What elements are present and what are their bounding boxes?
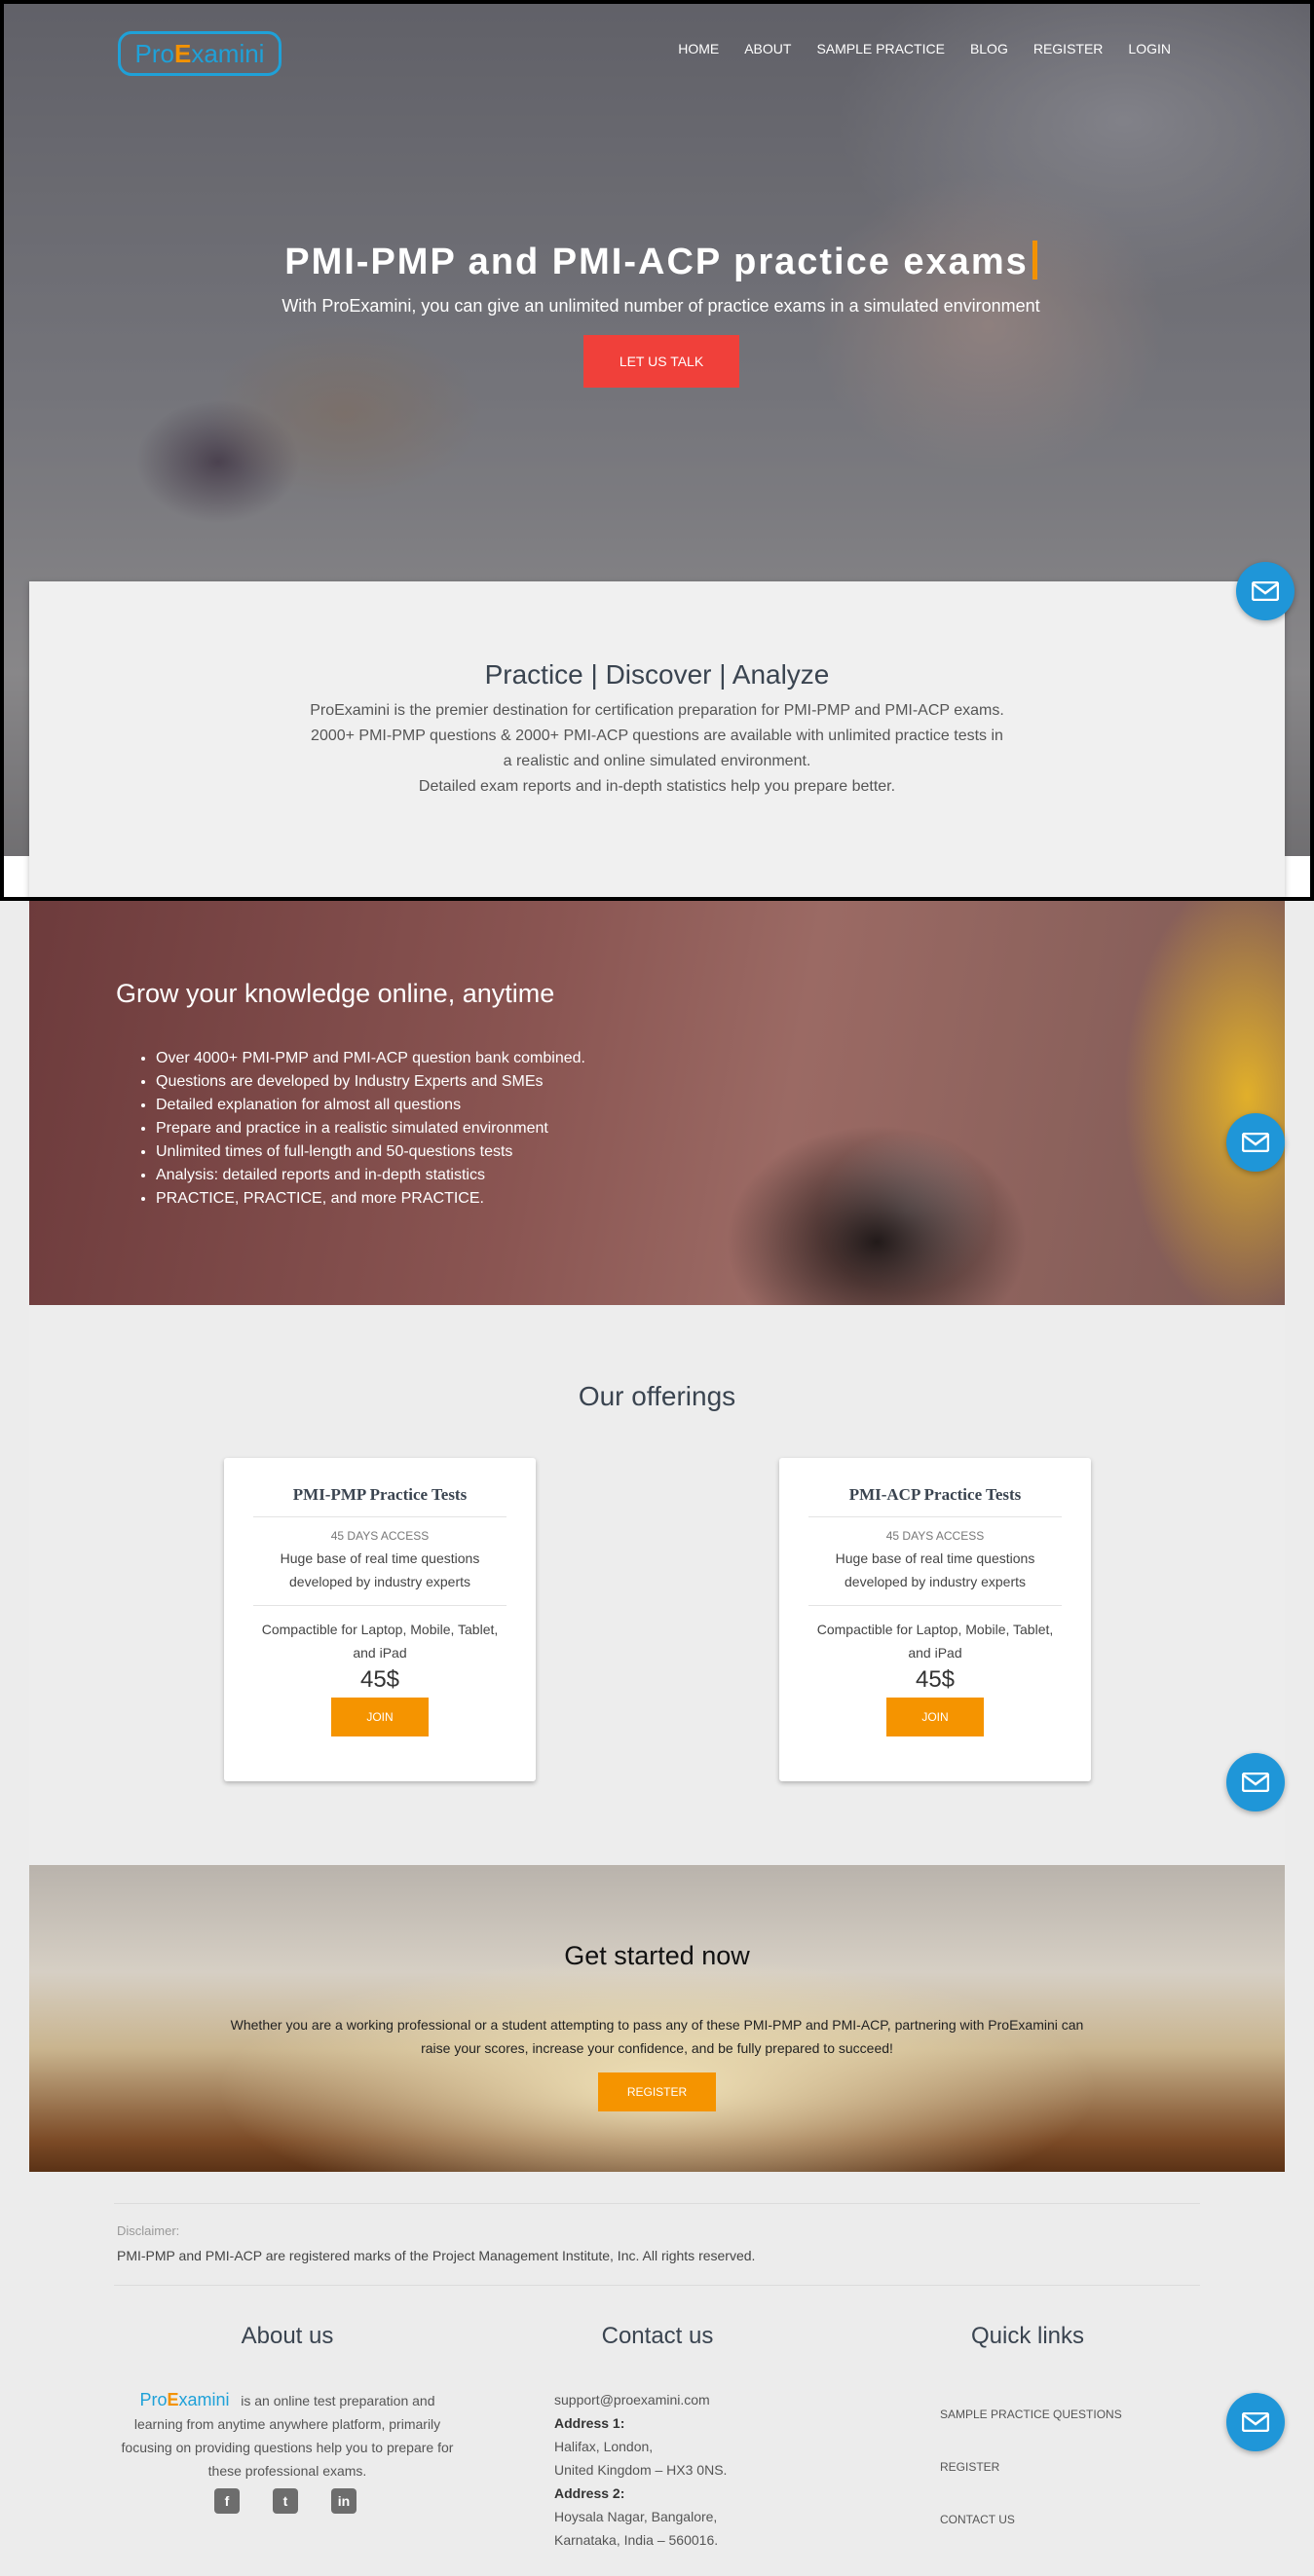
nav-sample-practice[interactable]: SAMPLE PRACTICE <box>804 41 957 56</box>
contact-email[interactable]: support@proexamini.com <box>554 2388 727 2411</box>
mini-logo-cap: E <box>167 2390 179 2409</box>
twitter-icon[interactable]: t <box>273 2488 298 2514</box>
get-started-title: Get started now <box>564 1941 750 1970</box>
hero-title-text: PMI-PMP and PMI-ACP practice exams <box>284 242 1029 282</box>
divider <box>808 1605 1062 1606</box>
offer-card-acp: PMI-ACP Practice Tests 45 DAYS ACCESS Hu… <box>779 1458 1091 1781</box>
linkedin-icon[interactable]: in <box>331 2488 357 2514</box>
list-item: Questions are developed by Industry Expe… <box>156 1070 585 1094</box>
offer-desc-2: Compactible for Laptop, Mobile, Tablet, … <box>816 1622 1054 1661</box>
quick-links-title: Quick links <box>970 2323 1085 2349</box>
knowledge-title: Grow your knowledge online, anytime <box>116 979 555 1008</box>
list-item: Unlimited times of full-length and 50-qu… <box>156 1140 585 1164</box>
intro-line-2: 2000+ PMI-PMP questions & 2000+ PMI-ACP … <box>311 728 1003 769</box>
mail-icon <box>1242 2412 1269 2432</box>
intro-line-3: Detailed exam reports and in-depth stati… <box>418 778 896 795</box>
mail-button[interactable] <box>1226 1113 1285 1172</box>
address1-label: Address 1: <box>554 2415 625 2431</box>
offer-price: 45$ <box>915 1666 956 1693</box>
nav-home[interactable]: HOME <box>665 41 732 56</box>
mail-button[interactable] <box>1226 2393 1285 2451</box>
join-button[interactable]: JOIN <box>331 1698 429 1736</box>
logo-text-cap: E <box>173 38 192 68</box>
join-button[interactable]: JOIN <box>886 1698 984 1736</box>
nav-blog[interactable]: BLOG <box>957 41 1021 56</box>
offerings-title: Our offerings <box>578 1381 736 1411</box>
address2-label: Address 2: <box>554 2485 625 2501</box>
quick-link-contact[interactable]: CONTACT US <box>940 2513 1015 2526</box>
page-root: Pro Examini HOME ABOUT SAMPLE PRACTICE BL… <box>0 0 1314 2576</box>
about-text: ProExamini is an online test preparation… <box>114 2388 461 2483</box>
divider <box>114 2285 1200 2286</box>
address1-line2: United Kingdom – HX3 0NS. <box>554 2462 728 2478</box>
nav-register[interactable]: REGISTER <box>1021 41 1116 56</box>
intro-title: Practice | Discover | Analyze <box>484 659 830 690</box>
list-item: Over 4000+ PMI-PMP and PMI-ACP question … <box>156 1047 585 1070</box>
offer-access: 45 DAYS ACCESS <box>885 1529 985 1543</box>
divider <box>114 2203 1200 2204</box>
knowledge-section: Grow your knowledge online, anytime Over… <box>29 901 1285 1305</box>
offer-price: 45$ <box>359 1666 400 1693</box>
nav-login[interactable]: LOGIN <box>1115 41 1183 56</box>
logo-text-suffix: xamini <box>191 38 265 68</box>
hero-title: PMI-PMP and PMI-ACP practice exams <box>4 241 1310 283</box>
quick-link-sample-practice[interactable]: SAMPLE PRACTICE QUESTIONS <box>940 2408 1122 2421</box>
about-title: About us <box>241 2323 334 2349</box>
list-item: PRACTICE, PRACTICE, and more PRACTICE. <box>156 1187 585 1211</box>
address1-line1: Halifax, London, <box>554 2439 654 2454</box>
list-item: Detailed explanation for almost all ques… <box>156 1094 585 1117</box>
offer-desc-1: Huge base of real time questions develop… <box>835 1550 1035 1589</box>
offerings-section: Our offerings PMI-PMP Practice Tests 45 … <box>29 1305 1285 1865</box>
mail-icon <box>1252 581 1279 601</box>
intro-card: Practice | Discover | Analyze ProExamini… <box>29 581 1285 897</box>
offer-desc-1: Huge base of real time questions develop… <box>280 1550 480 1589</box>
address2-line2: Karnataka, India – 560016. <box>554 2532 719 2548</box>
offer-card-title: PMI-ACP Practice Tests <box>848 1485 1022 1504</box>
contact-title: Contact us <box>601 2323 714 2349</box>
mini-logo: ProExamini <box>140 2390 230 2409</box>
contact-text: support@proexamini.com Address 1: Halifa… <box>554 2388 727 2552</box>
get-started-section: Get started now Whether you are a workin… <box>29 1865 1285 2172</box>
nav-about[interactable]: ABOUT <box>732 41 804 56</box>
divider <box>253 1605 507 1606</box>
knowledge-list: Over 4000+ PMI-PMP and PMI-ACP question … <box>156 1047 585 1211</box>
let-us-talk-button[interactable]: LET US TALK <box>583 335 739 388</box>
disclaimer-label: Disclaimer: <box>117 2223 180 2238</box>
offer-access: 45 DAYS ACCESS <box>330 1529 430 1543</box>
disclaimer-text: PMI-PMP and PMI-ACP are registered marks… <box>117 2248 756 2263</box>
divider <box>253 1516 507 1517</box>
list-item: Prepare and practice in a realistic simu… <box>156 1117 585 1140</box>
address2-line1: Hoysala Nagar, Bangalore, <box>554 2509 718 2524</box>
hero-subtitle: With ProExamini, you can give an unlimit… <box>282 296 1040 316</box>
main-nav: HOME ABOUT SAMPLE PRACTICE BLOG REGISTER… <box>665 41 1183 56</box>
offer-desc-2: Compactible for Laptop, Mobile, Tablet, … <box>261 1622 499 1661</box>
mail-button[interactable] <box>1226 1753 1285 1811</box>
mail-button[interactable] <box>1236 562 1295 620</box>
register-button[interactable]: REGISTER <box>598 2072 716 2111</box>
offer-card-title: PMI-PMP Practice Tests <box>292 1485 468 1504</box>
brand-logo[interactable]: Pro Examini <box>118 31 282 76</box>
get-started-text: Whether you are a working professional o… <box>230 2017 1084 2056</box>
mini-logo-suffix: xamini <box>178 2390 230 2409</box>
social-links: f t in <box>214 2488 357 2514</box>
list-item: Analysis: detailed reports and in-depth … <box>156 1164 585 1187</box>
logo-text-prefix: Pro <box>134 38 174 68</box>
offer-card-pmp: PMI-PMP Practice Tests 45 DAYS ACCESS Hu… <box>224 1458 536 1781</box>
quick-link-register[interactable]: REGISTER <box>940 2460 999 2474</box>
facebook-icon[interactable]: f <box>214 2488 240 2514</box>
typing-caret <box>1032 241 1037 280</box>
mail-icon <box>1242 1133 1269 1152</box>
mini-logo-prefix: Pro <box>139 2390 168 2409</box>
intro-line-1: ProExamini is the premier destination fo… <box>310 702 1004 719</box>
divider <box>808 1516 1062 1517</box>
mail-icon <box>1242 1773 1269 1792</box>
